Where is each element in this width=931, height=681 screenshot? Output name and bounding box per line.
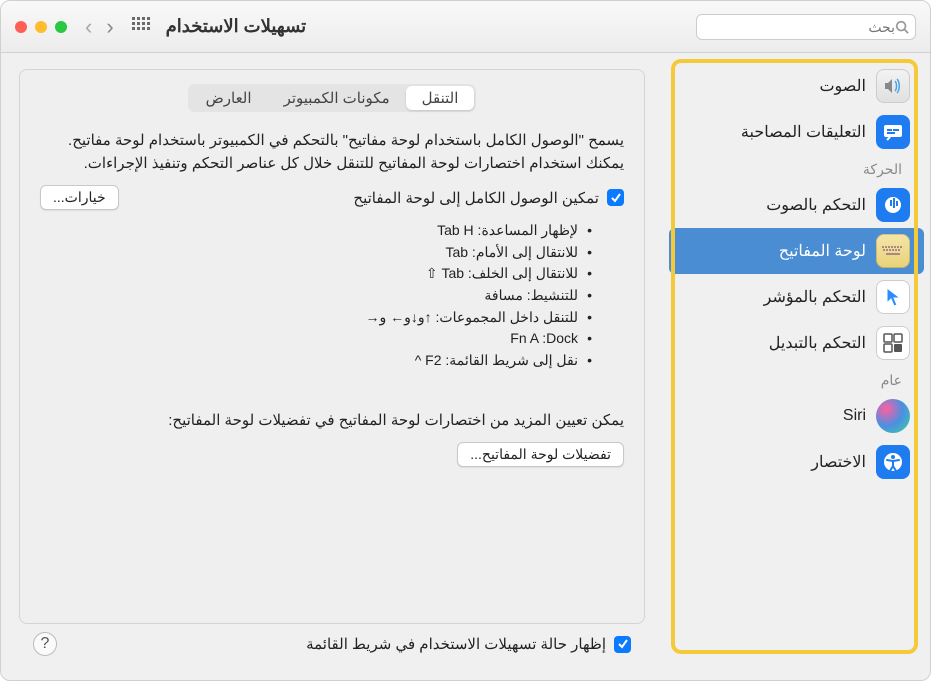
tab-navigation[interactable]: التنقل bbox=[406, 86, 475, 110]
sidebar-item-pointer-control[interactable]: التحكم بالمؤشر bbox=[663, 274, 930, 320]
close-button[interactable] bbox=[15, 21, 27, 33]
enable-fka-checkbox-row[interactable]: تمكين الوصول الكامل إلى لوحة المفاتيح bbox=[353, 189, 624, 207]
sidebar-label: Siri bbox=[843, 407, 866, 425]
keyboard-preferences-button[interactable]: تفضيلات لوحة المفاتيح... bbox=[457, 442, 624, 467]
sidebar-label: الاختصار bbox=[811, 452, 866, 472]
shortcut-item: للتنشيط: مسافة bbox=[40, 285, 592, 307]
captions-icon bbox=[876, 115, 910, 149]
options-button[interactable]: خيارات... bbox=[40, 185, 119, 210]
show-all-button[interactable] bbox=[132, 17, 152, 37]
shortcut-item: للانتقال إلى الخلف: Tab ⇧ bbox=[40, 263, 592, 285]
description-text: يسمح "الوصول الكامل باستخدام لوحة مفاتيح… bbox=[40, 130, 624, 175]
shortcut-item: لإظهار المساعدة: Tab H bbox=[40, 220, 592, 242]
shortcut-item: للتنقل داخل المجموعات: ↑و↓و← و→ bbox=[40, 307, 592, 329]
tab-bar: التنقل مكونات الكمبيوتر العارض bbox=[40, 84, 624, 112]
search-icon bbox=[895, 20, 909, 34]
sidebar-item-switch-control[interactable]: التحكم بالتبديل bbox=[663, 320, 930, 366]
sidebar-label: التحكم بالصوت bbox=[766, 195, 866, 215]
settings-panel: التنقل مكونات الكمبيوتر العارض يسمح "الو… bbox=[19, 69, 645, 624]
window-title: تسهيلات الاستخدام bbox=[166, 16, 306, 37]
titlebar: ‹ › تسهيلات الاستخدام bbox=[1, 1, 930, 53]
sidebar-label: التحكم بالتبديل bbox=[769, 333, 866, 353]
footer: إظهار حالة تسهيلات الاستخدام في شريط الق… bbox=[19, 624, 645, 670]
sidebar-label: لوحة المفاتيح bbox=[779, 241, 866, 261]
accessibility-icon bbox=[876, 445, 910, 479]
more-shortcuts-text: يمكن تعيين المزيد من اختصارات لوحة المفا… bbox=[40, 410, 624, 433]
switch-control-icon bbox=[876, 326, 910, 360]
search-field[interactable] bbox=[696, 14, 916, 40]
shortcut-item: نقل إلى شريط القائمة: F2 ^ bbox=[40, 350, 592, 372]
window-controls bbox=[15, 21, 67, 33]
tab-hardware[interactable]: مكونات الكمبيوتر bbox=[268, 86, 406, 110]
sidebar-item-voice-control[interactable]: التحكم بالصوت bbox=[663, 182, 930, 228]
pointer-icon bbox=[876, 280, 910, 314]
sidebar-label: التحكم بالمؤشر bbox=[764, 287, 866, 307]
show-status-label: إظهار حالة تسهيلات الاستخدام في شريط الق… bbox=[306, 635, 606, 653]
back-button[interactable]: ‹ bbox=[85, 14, 92, 40]
sidebar-item-shortcut[interactable]: الاختصار bbox=[663, 439, 930, 485]
sidebar-item-audio[interactable]: الصوت bbox=[663, 63, 930, 109]
checkbox-checked-icon bbox=[614, 636, 631, 653]
shortcuts-list: لإظهار المساعدة: Tab H للانتقال إلى الأم… bbox=[40, 220, 624, 372]
enable-fka-label: تمكين الوصول الكامل إلى لوحة المفاتيح bbox=[353, 189, 599, 207]
sidebar-section-motion: الحركة bbox=[663, 155, 930, 182]
speaker-icon bbox=[876, 69, 910, 103]
sidebar-item-captions[interactable]: التعليقات المصاحبة bbox=[663, 109, 930, 155]
shortcut-item: للانتقال إلى الأمام: Tab bbox=[40, 242, 592, 264]
checkbox-checked-icon bbox=[607, 189, 624, 206]
main-panel: التنقل مكونات الكمبيوتر العارض يسمح "الو… bbox=[1, 53, 663, 680]
siri-icon bbox=[876, 399, 910, 433]
voice-control-icon bbox=[876, 188, 910, 222]
help-button[interactable]: ? bbox=[33, 632, 57, 656]
nav-arrows: ‹ › bbox=[85, 14, 114, 40]
accessibility-window: ‹ › تسهيلات الاستخدام الصوت bbox=[0, 0, 931, 681]
sidebar: الصوت التعليقات المصاحبة الحركة التحكم ب… bbox=[663, 53, 930, 680]
shortcut-item: Fn A :Dock bbox=[40, 328, 592, 350]
sidebar-section-general: عام bbox=[663, 366, 930, 393]
minimize-button[interactable] bbox=[35, 21, 47, 33]
search-input[interactable] bbox=[703, 19, 895, 35]
show-status-checkbox-row[interactable]: إظهار حالة تسهيلات الاستخدام في شريط الق… bbox=[306, 635, 631, 653]
forward-button[interactable]: › bbox=[106, 14, 113, 40]
zoom-button[interactable] bbox=[55, 21, 67, 33]
sidebar-label: التعليقات المصاحبة bbox=[741, 122, 866, 142]
sidebar-item-keyboard[interactable]: لوحة المفاتيح bbox=[669, 228, 924, 274]
sidebar-item-siri[interactable]: Siri bbox=[663, 393, 930, 439]
sidebar-label: الصوت bbox=[819, 76, 866, 96]
tab-viewer[interactable]: العارض bbox=[190, 86, 268, 110]
keyboard-icon bbox=[876, 234, 910, 268]
